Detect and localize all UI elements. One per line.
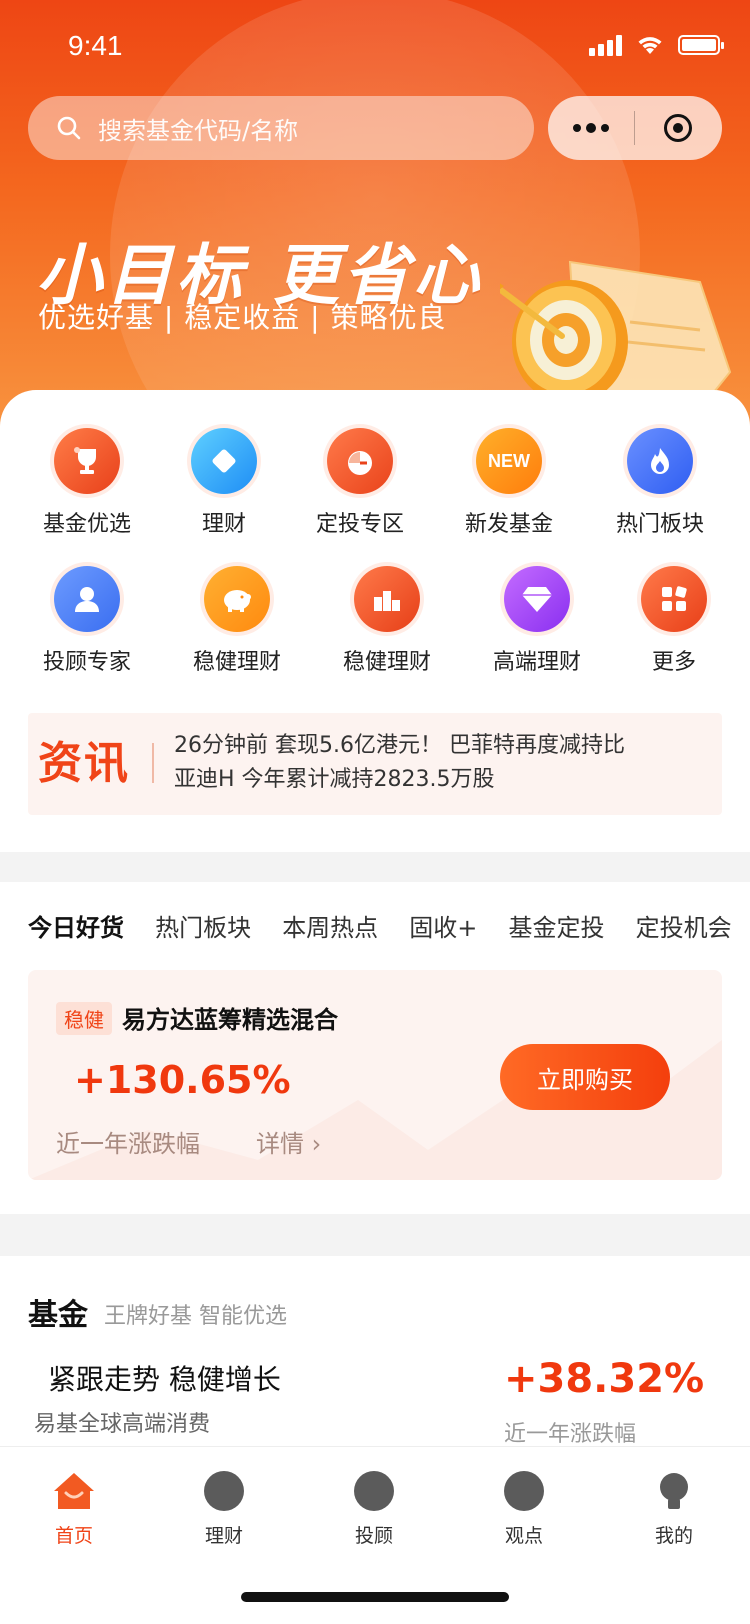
- news-content: 26分钟前 套现5.6亿港元！ 巴菲特再度减持比 亚迪H 今年累计减持2823.…: [174, 729, 625, 797]
- menu-item-premium-wealth[interactable]: 高端理财: [462, 566, 612, 676]
- menu-label: 高端理财: [492, 650, 581, 675]
- status-icons: [589, 34, 724, 56]
- menu-label: 热门板块: [615, 512, 704, 537]
- tab-label: 我的: [654, 1525, 693, 1547]
- featured-fund-card[interactable]: 稳健 易方达蓝筹精选混合 +130.65% 近一年涨跌幅 详情 › 立即购买: [28, 970, 722, 1180]
- tab-label: 投顾: [354, 1525, 393, 1547]
- search-bar[interactable]: 搜索基金代码/名称: [28, 96, 534, 160]
- menu-item-stable-wealth[interactable]: 稳健理财: [162, 566, 312, 676]
- fund-return-rate: +130.65%: [74, 1058, 291, 1102]
- signal-icon: [589, 34, 622, 56]
- main-card: 基金优选 理财 定投专区 NEW 新发基金 热门板块 投顾专家 稳健理财 稳健理…: [0, 390, 750, 852]
- home-icon: [54, 1473, 94, 1509]
- tab-hot-sectors[interactable]: 热门板块: [155, 908, 251, 943]
- today-picks-section: 今日好货 热门板块 本周热点 固收+ 基金定投 定投机会 稳健 易方达蓝筹精选混…: [0, 882, 750, 1214]
- status-time: 9:41: [68, 30, 123, 61]
- menu-label: 投顾专家: [42, 650, 131, 675]
- wealth-tab-icon: [204, 1471, 244, 1511]
- fund-detail-link[interactable]: 详情 ›: [256, 1124, 321, 1159]
- fund-pick-title[interactable]: 紧跟走势 稳健增长: [48, 1358, 281, 1398]
- fund-pick-name: 易基全球高端消费: [34, 1412, 211, 1437]
- new-badge-icon: NEW: [476, 428, 542, 494]
- target-icon: [664, 114, 692, 142]
- menu-label: 更多: [651, 650, 696, 675]
- menu-item-stable-wealth-2[interactable]: 稳健理财: [312, 566, 462, 676]
- menu-label: 新发基金: [464, 512, 553, 537]
- podium-icon: [354, 566, 420, 632]
- clock-icon: [327, 428, 393, 494]
- menu-label: 理财: [201, 512, 246, 537]
- news-line: 亚迪H 今年累计减持2823.5万股: [174, 767, 495, 792]
- hero-subslogan: 优选好基 | 稳定收益 | 策略优良: [38, 301, 447, 334]
- tab-advisor[interactable]: 投顾: [324, 1471, 424, 1548]
- section-subtitle: 王牌好基 智能优选: [104, 1304, 287, 1329]
- menu-item-advisor-experts[interactable]: 投顾专家: [12, 566, 162, 676]
- category-tabs: 今日好货 热门板块 本周热点 固收+ 基金定投 定投机会: [28, 908, 750, 949]
- miniapp-capsule: [548, 96, 722, 160]
- fund-pick-return-label: 近一年涨跌幅: [504, 1422, 637, 1447]
- search-placeholder: 搜索基金代码/名称: [98, 116, 299, 145]
- news-ticker[interactable]: 资讯 26分钟前 套现5.6亿港元！ 巴菲特再度减持比 亚迪H 今年累计减持28…: [28, 713, 722, 815]
- tab-wealth[interactable]: 理财: [174, 1471, 274, 1548]
- tab-mine[interactable]: 我的: [624, 1471, 724, 1548]
- menu-label: 定投专区: [315, 512, 404, 537]
- grid-icon: [641, 566, 707, 632]
- news-title: 资讯: [38, 738, 130, 789]
- fund-name: 易方达蓝筹精选混合: [122, 1006, 338, 1034]
- app-page: 9:41 搜索基金代码/名称 小目标 更省心 优选好基 | 稳定收益 | 策略优…: [0, 0, 750, 1624]
- piggy-bank-icon: [204, 566, 270, 632]
- tab-fund-sip[interactable]: 基金定投: [508, 908, 604, 943]
- menu-item-sip-zone[interactable]: 定投专区: [285, 428, 435, 538]
- menu-label: 稳健理财: [342, 650, 431, 675]
- user-icon: [660, 1473, 688, 1509]
- close-miniapp-button[interactable]: [635, 114, 721, 142]
- menu-item-hot-sectors[interactable]: 热门板块: [585, 428, 735, 538]
- battery-icon: [678, 35, 724, 55]
- tab-fixed-income-plus[interactable]: 固收+: [409, 908, 477, 943]
- risk-tag: 稳健: [56, 1002, 112, 1035]
- hero-banner[interactable]: 9:41 搜索基金代码/名称 小目标 更省心 优选好基 | 稳定收益 | 策略优…: [0, 0, 750, 430]
- buy-now-button[interactable]: 立即购买: [500, 1044, 670, 1110]
- news-divider: [152, 743, 154, 783]
- flame-icon: [627, 428, 693, 494]
- tab-label: 理财: [204, 1525, 243, 1547]
- gem-icon: [504, 566, 570, 632]
- section-title: 基金: [28, 1298, 88, 1333]
- menu-item-new-funds[interactable]: NEW 新发基金: [434, 428, 584, 538]
- fund-pick-return: +38.32%: [504, 1356, 705, 1402]
- person-icon: [54, 566, 120, 632]
- menu-item-fund-selection[interactable]: 基金优选: [12, 428, 162, 538]
- search-icon: [57, 116, 81, 140]
- tab-insights[interactable]: 观点: [474, 1471, 574, 1548]
- more-icon[interactable]: [548, 123, 634, 133]
- fund-return-label: 近一年涨跌幅: [56, 1130, 200, 1158]
- wifi-icon: [638, 37, 662, 54]
- news-line: 26分钟前 套现5.6亿港元！ 巴菲特再度减持比: [174, 733, 625, 758]
- menu-label: 基金优选: [42, 512, 131, 537]
- diamond-icon: [191, 428, 257, 494]
- trophy-icon: [54, 428, 120, 494]
- menu-label: 稳健理财: [192, 650, 281, 675]
- tab-today-goods[interactable]: 今日好货: [28, 908, 124, 949]
- menu-item-wealth[interactable]: 理财: [149, 428, 299, 538]
- advisor-tab-icon: [354, 1471, 394, 1511]
- tab-label: 首页: [54, 1525, 93, 1547]
- home-indicator: [241, 1592, 509, 1602]
- tab-label: 观点: [504, 1525, 543, 1547]
- tab-weekly-hot[interactable]: 本周热点: [282, 908, 378, 943]
- status-bar: 9:41: [0, 0, 750, 90]
- tab-sip-opportunities[interactable]: 定投机会: [636, 908, 732, 943]
- fund-section: 基金 王牌好基 智能优选 紧跟走势 稳健增长 易基全球高端消费 +38.32% …: [0, 1256, 750, 1466]
- insights-tab-icon: [504, 1471, 544, 1511]
- menu-item-more[interactable]: 更多: [599, 566, 749, 676]
- tab-home[interactable]: 首页: [24, 1471, 124, 1548]
